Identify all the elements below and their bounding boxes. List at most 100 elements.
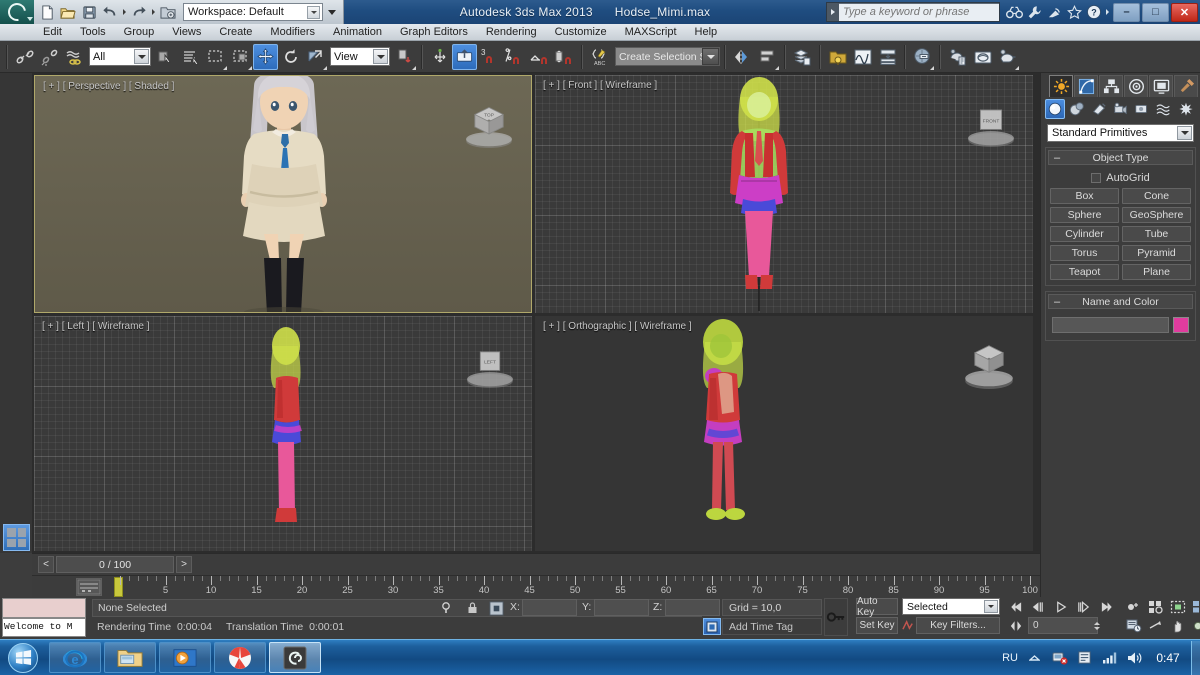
set-key-filters-toggle-icon[interactable] — [902, 617, 915, 634]
lock-selection-icon[interactable] — [464, 600, 480, 616]
redo-icon[interactable] — [129, 2, 149, 22]
selection-level-select[interactable]: Selected — [902, 598, 1000, 615]
use-center-flyout-icon[interactable] — [392, 44, 417, 70]
open-file-icon[interactable] — [58, 2, 78, 22]
menu-item-customize[interactable]: Customize — [546, 24, 616, 40]
selection-filter-select[interactable]: All — [89, 47, 151, 66]
set-key-button[interactable]: Set Key — [856, 617, 898, 634]
category-geometry[interactable] — [1045, 99, 1065, 119]
menu-item-rendering[interactable]: Rendering — [477, 24, 546, 40]
mirror-icon[interactable] — [730, 44, 755, 70]
zoom-all-icon[interactable] — [1146, 598, 1165, 615]
view-cube-icon[interactable]: FRONT — [961, 99, 1021, 151]
next-frame-icon[interactable] — [1074, 598, 1093, 615]
zoom-icon[interactable] — [1124, 598, 1143, 615]
collapse-icon[interactable]: – — [1054, 152, 1060, 164]
object-color-swatch[interactable] — [1173, 317, 1189, 333]
menu-item-graph-editors[interactable]: Graph Editors — [391, 24, 477, 40]
window-crossing-icon[interactable] — [228, 44, 253, 70]
open-mini-curve-editor-icon[interactable] — [76, 578, 102, 596]
select-object-icon[interactable] — [153, 44, 178, 70]
viewport-left[interactable]: [ + ] [ Left ] [ Wireframe ] LEFT — [34, 316, 532, 551]
select-and-rotate-icon[interactable] — [278, 44, 303, 70]
time-slider[interactable]: < 0 / 100 > — [32, 553, 1040, 575]
taskbar-internet-explorer[interactable]: e — [49, 642, 101, 673]
render-setup-icon[interactable] — [945, 44, 970, 70]
chevron-down-icon[interactable] — [1177, 126, 1192, 140]
frame-spinner-arrows[interactable] — [1092, 617, 1101, 634]
category-shapes[interactable] — [1067, 99, 1087, 119]
select-and-manipulate-icon[interactable] — [427, 44, 452, 70]
angle-snap-flyout-icon[interactable] — [527, 44, 552, 70]
current-frame-spinner[interactable]: 0 — [1028, 617, 1098, 634]
save-file-icon[interactable] — [79, 2, 99, 22]
new-file-icon[interactable] — [37, 2, 57, 22]
z-field[interactable] — [665, 599, 720, 616]
absolute-relative-transform-icon[interactable] — [488, 600, 504, 616]
chevron-down-icon[interactable] — [373, 49, 388, 64]
track-bar[interactable]: 5 10 15 20 25 30 35 40 45 50 55 60 65 70 75 80 85 90 95 100 — [32, 575, 1040, 597]
taskbar-yandex-browser[interactable] — [214, 642, 266, 673]
field-of-view-icon[interactable] — [1190, 617, 1200, 634]
next-frame-button[interactable]: > — [176, 556, 192, 573]
reference-coordinate-select[interactable]: View — [330, 47, 390, 66]
select-by-name-icon[interactable] — [178, 44, 203, 70]
search-expand-icon[interactable] — [827, 3, 839, 21]
create-teapot-button[interactable]: Teapot — [1050, 264, 1119, 280]
isolate-selection-icon[interactable] — [438, 600, 454, 616]
search-bar[interactable] — [826, 2, 1000, 22]
angle-snap-toggle-icon[interactable]: 3 — [477, 44, 502, 70]
menu-item-animation[interactable]: Animation — [324, 24, 391, 40]
unlink-icon[interactable] — [37, 44, 62, 70]
rollout-object-type-header[interactable]: – Object Type — [1048, 150, 1193, 165]
menu-item-edit[interactable]: Edit — [34, 24, 71, 40]
percent-snap-toggle-icon[interactable] — [502, 44, 527, 70]
binoculars-icon[interactable] — [1004, 2, 1024, 22]
workspace-dropdown-icon[interactable] — [324, 2, 340, 22]
add-time-tag-button[interactable]: Add Time Tag — [722, 618, 822, 635]
view-cube-icon[interactable]: TOP — [459, 100, 519, 152]
edit-named-selection-sets-icon[interactable]: ABC — [587, 44, 612, 70]
create-plane-button[interactable]: Plane — [1122, 264, 1191, 280]
time-tag-toggle[interactable] — [703, 618, 721, 635]
tab-motion[interactable] — [1124, 75, 1148, 97]
workspace-select[interactable]: Workspace: Default — [183, 3, 323, 21]
autogrid-checkbox[interactable] — [1091, 173, 1102, 183]
time-configuration-icon[interactable] — [1124, 617, 1143, 634]
autogrid-row[interactable]: AutoGrid — [1050, 170, 1191, 188]
spinner-snap-toggle-icon[interactable] — [552, 44, 577, 70]
viewport-layout-quad-icon[interactable] — [3, 524, 30, 551]
menu-item-create[interactable]: Create — [210, 24, 261, 40]
chevron-down-icon[interactable] — [984, 600, 998, 613]
schematic-view-icon[interactable] — [875, 44, 900, 70]
layer-manager-icon[interactable] — [790, 44, 815, 70]
star-icon[interactable] — [1064, 2, 1084, 22]
tab-display[interactable] — [1149, 75, 1173, 97]
auto-key-button[interactable]: Auto Key — [856, 596, 898, 618]
maxscript-listener-pink[interactable] — [2, 598, 86, 618]
taskbar-media-player[interactable] — [159, 642, 211, 673]
category-cameras[interactable] — [1111, 99, 1131, 119]
viewport-perspective-label[interactable]: [ + ] [ Perspective ] [ Shaded ] — [43, 81, 174, 92]
satellite-dish-icon[interactable] — [1044, 2, 1064, 22]
app-logo[interactable] — [0, 0, 34, 25]
create-pyramid-button[interactable]: Pyramid — [1122, 245, 1191, 261]
pan-view-icon[interactable] — [1168, 617, 1187, 634]
chevron-down-icon[interactable] — [307, 6, 320, 19]
create-cone-button[interactable]: Cone — [1122, 188, 1191, 204]
show-desktop-button[interactable] — [1191, 640, 1200, 675]
view-cube-icon[interactable] — [959, 340, 1019, 392]
create-sphere-button[interactable]: Sphere — [1050, 207, 1119, 223]
chevron-down-icon[interactable] — [702, 48, 719, 65]
align-icon[interactable] — [755, 44, 780, 70]
view-cube-icon[interactable]: LEFT — [460, 340, 520, 392]
key-filters-button[interactable]: Key Filters... — [916, 617, 1000, 634]
named-selection-set-input[interactable]: Create Selection Se — [615, 47, 720, 66]
zoom-extents-icon[interactable] — [1168, 598, 1187, 615]
help-icon[interactable]: ? — [1084, 2, 1104, 22]
collapse-icon[interactable]: – — [1054, 296, 1060, 308]
menu-item-group[interactable]: Group — [115, 24, 164, 40]
viewport-perspective[interactable]: [ + ] [ Perspective ] [ Shaded ] TOP — [34, 75, 532, 313]
tab-hierarchy[interactable] — [1099, 75, 1123, 97]
menu-item-maxscript[interactable]: MAXScript — [616, 24, 686, 40]
